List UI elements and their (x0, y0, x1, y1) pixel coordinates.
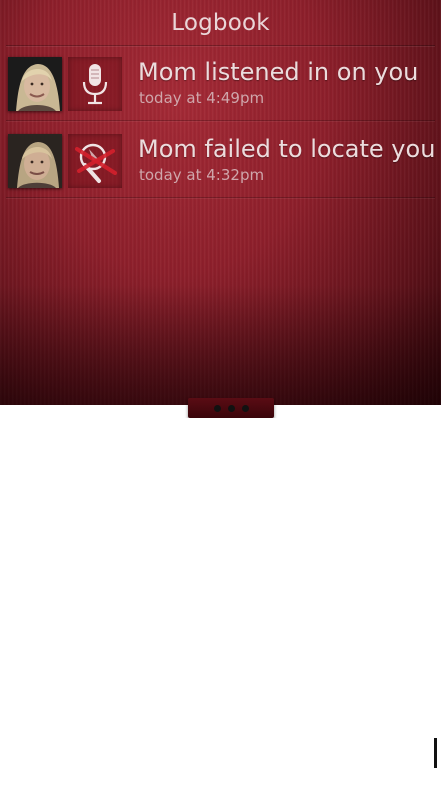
avatar (8, 134, 62, 188)
content-area (0, 418, 441, 787)
microphone-icon (68, 57, 122, 111)
page-title: Logbook (171, 10, 270, 36)
log-entry[interactable]: Mom listened in on you today at 4:49pm (6, 53, 435, 121)
divider (6, 120, 435, 121)
handle-dot (214, 405, 221, 412)
handle-dot (242, 405, 249, 412)
locate-failed-icon (68, 134, 122, 188)
avatar (8, 57, 62, 111)
entry-time: today at 4:49pm (139, 89, 265, 107)
handle-dot (228, 405, 235, 412)
divider (6, 45, 435, 46)
log-entry[interactable]: Mom failed to locate you today at 4:32pm (6, 130, 436, 198)
logbook-panel: Logbook Mom listened in on you today at … (0, 0, 441, 405)
entry-text: Mom failed to locate you (138, 135, 436, 163)
entry-time: today at 4:32pm (139, 166, 265, 184)
drawer-handle[interactable] (188, 398, 274, 418)
entry-text: Mom listened in on you (138, 58, 419, 86)
edge-mark (434, 738, 437, 768)
divider (6, 197, 435, 198)
